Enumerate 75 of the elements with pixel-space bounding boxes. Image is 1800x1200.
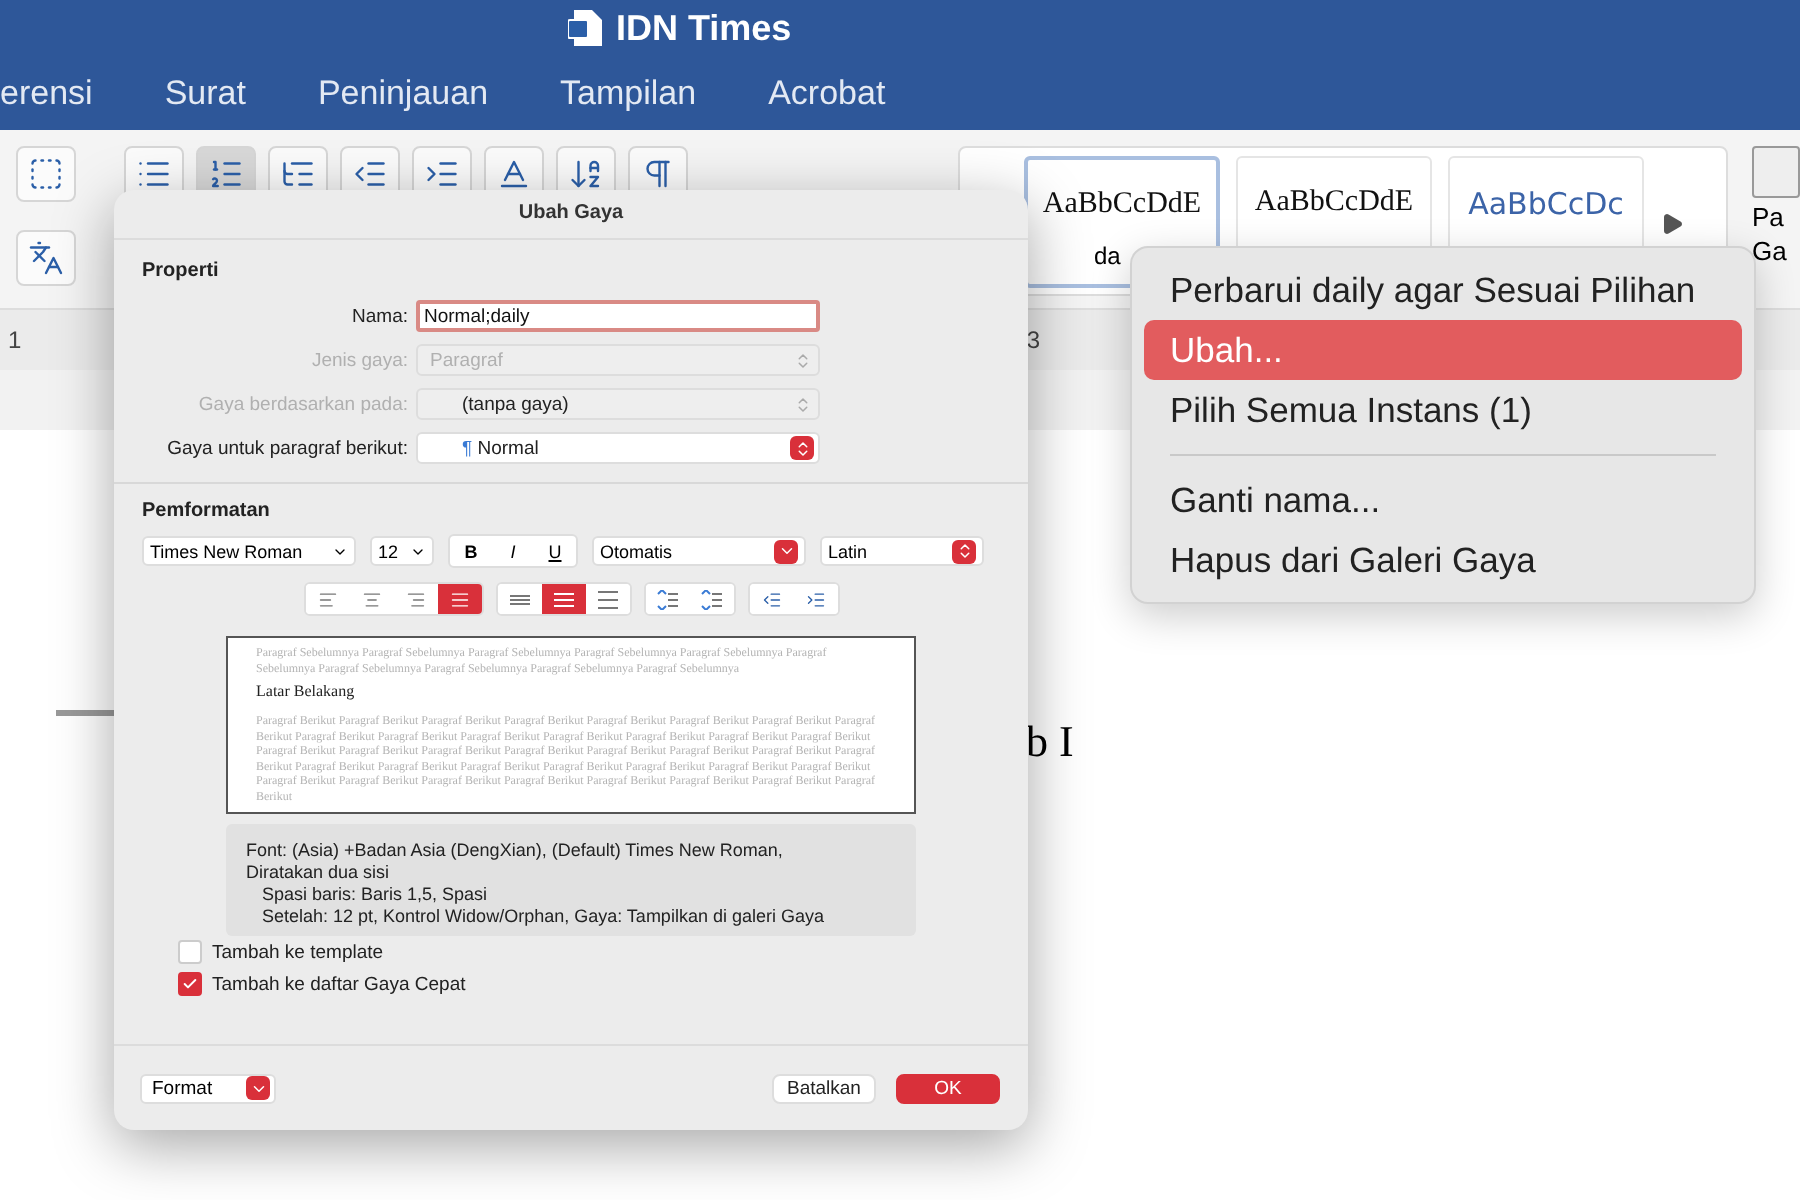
field-label: Gaya berdasarkan pada: xyxy=(196,393,410,415)
preview-sample: Latar Belakang xyxy=(256,682,357,700)
next-arrow-icon[interactable] xyxy=(1660,212,1684,236)
checkbox-label[interactable]: Tambah ke daftar Gaya Cepat xyxy=(212,973,466,995)
stepper-icon xyxy=(793,439,811,457)
increase-indent-icon xyxy=(805,589,825,609)
font-style-button[interactable]: U xyxy=(534,536,576,566)
description-text: Spasi baris: Baris 1,5, Spasi xyxy=(260,884,490,906)
field-label: Nama: xyxy=(350,305,410,327)
ok-button[interactable]: OK xyxy=(896,1073,1000,1103)
stepper-icon xyxy=(955,542,973,560)
document-icon xyxy=(568,8,604,48)
decrease-indent-icon xyxy=(761,589,781,609)
name-field[interactable]: Normal;daily xyxy=(416,300,820,332)
color-select[interactable]: Otomatis xyxy=(592,536,806,566)
line-spacing-icon xyxy=(551,589,575,609)
menu-item[interactable]: Pilih Semua Instans (1) xyxy=(1144,380,1742,440)
script-select[interactable]: Latin xyxy=(820,536,984,566)
ruler-number: 1 xyxy=(8,326,22,354)
document-text: b I xyxy=(1026,716,1074,768)
checkbox-label[interactable]: Tambah ke template xyxy=(212,941,384,963)
pilcrow-icon xyxy=(640,156,676,192)
ribbon-tab[interactable]: Tampilan xyxy=(560,73,697,113)
field-label: Jenis gaya: xyxy=(309,349,410,371)
line-spacing-icon xyxy=(595,589,619,609)
styles-pane-label[interactable]: Pa xyxy=(1752,202,1800,232)
paragraph-format-button[interactable] xyxy=(437,584,481,614)
ribbon-tab[interactable]: Acrobat xyxy=(768,73,886,113)
section-heading: Properti xyxy=(142,260,221,282)
decrease-indent-icon xyxy=(352,156,388,192)
line-spacing-icon xyxy=(507,589,531,609)
check-icon xyxy=(182,976,198,992)
paragraph-spacing-icon xyxy=(655,589,679,609)
select-field[interactable]: ¶ Normal xyxy=(416,432,820,464)
menu-item[interactable]: Ganti nama... xyxy=(1144,470,1742,530)
ribbon-tab[interactable]: Surat xyxy=(164,73,246,113)
ruler-number: 3 xyxy=(1026,326,1040,354)
numbered-list-icon xyxy=(208,156,244,192)
menu-item[interactable]: Ubah... xyxy=(1144,320,1742,380)
dialog-title: Ubah Gaya xyxy=(114,190,1028,240)
styles-pane-icon[interactable] xyxy=(1752,146,1800,198)
format-menu-button[interactable]: Format xyxy=(140,1073,276,1103)
toolbar-button[interactable] xyxy=(16,146,76,202)
multilevel-list-icon xyxy=(280,156,316,192)
phonetic-guide-icon xyxy=(28,240,64,276)
font-style-button[interactable]: I xyxy=(492,536,534,566)
font-select[interactable]: Times New Roman xyxy=(142,536,356,566)
paragraph-format-button[interactable] xyxy=(541,584,585,614)
letter-a-icon xyxy=(496,156,532,192)
align-right-icon xyxy=(405,589,425,609)
field-label: Gaya untuk paragraf berikut: xyxy=(165,437,410,459)
bulleted-list-icon xyxy=(136,156,172,192)
window-title: IDN Times xyxy=(616,7,792,49)
align-center-icon xyxy=(361,589,381,609)
ribbon-tab[interactable]: Peninjauan xyxy=(317,73,489,113)
menu-item[interactable]: Hapus dari Galeri Gaya xyxy=(1144,530,1742,590)
font-style-button[interactable]: B xyxy=(450,536,492,566)
align-left-icon xyxy=(317,589,337,609)
description-text: Setelah: 12 pt, Kontrol Widow/Orphan, Gaya: Tampilkan di galeri Gaya xyxy=(260,906,826,928)
text-box-icon xyxy=(28,156,64,192)
size-select[interactable]: 12 xyxy=(370,536,434,566)
section-heading: Pemformatan xyxy=(142,500,272,522)
toolbar-button[interactable] xyxy=(16,230,76,286)
justify-icon xyxy=(449,589,469,609)
caret-icon xyxy=(777,542,795,560)
sort-icon xyxy=(568,156,604,192)
paragraph-spacing-icon xyxy=(699,589,723,609)
cancel-button[interactable]: Batalkan xyxy=(772,1073,876,1103)
increase-indent-icon xyxy=(424,156,460,192)
checkbox[interactable] xyxy=(178,972,202,996)
stepper-icon xyxy=(793,395,811,413)
styles-pane-label[interactable]: Ga xyxy=(1752,236,1800,266)
description-text: Font: (Asia) +Badan Asia (DengXian), (Default) Times New Roman, Diratakan dua sisi xyxy=(246,840,785,884)
ribbon-tab[interactable]: erensi xyxy=(0,73,93,113)
stepper-icon xyxy=(793,351,811,369)
